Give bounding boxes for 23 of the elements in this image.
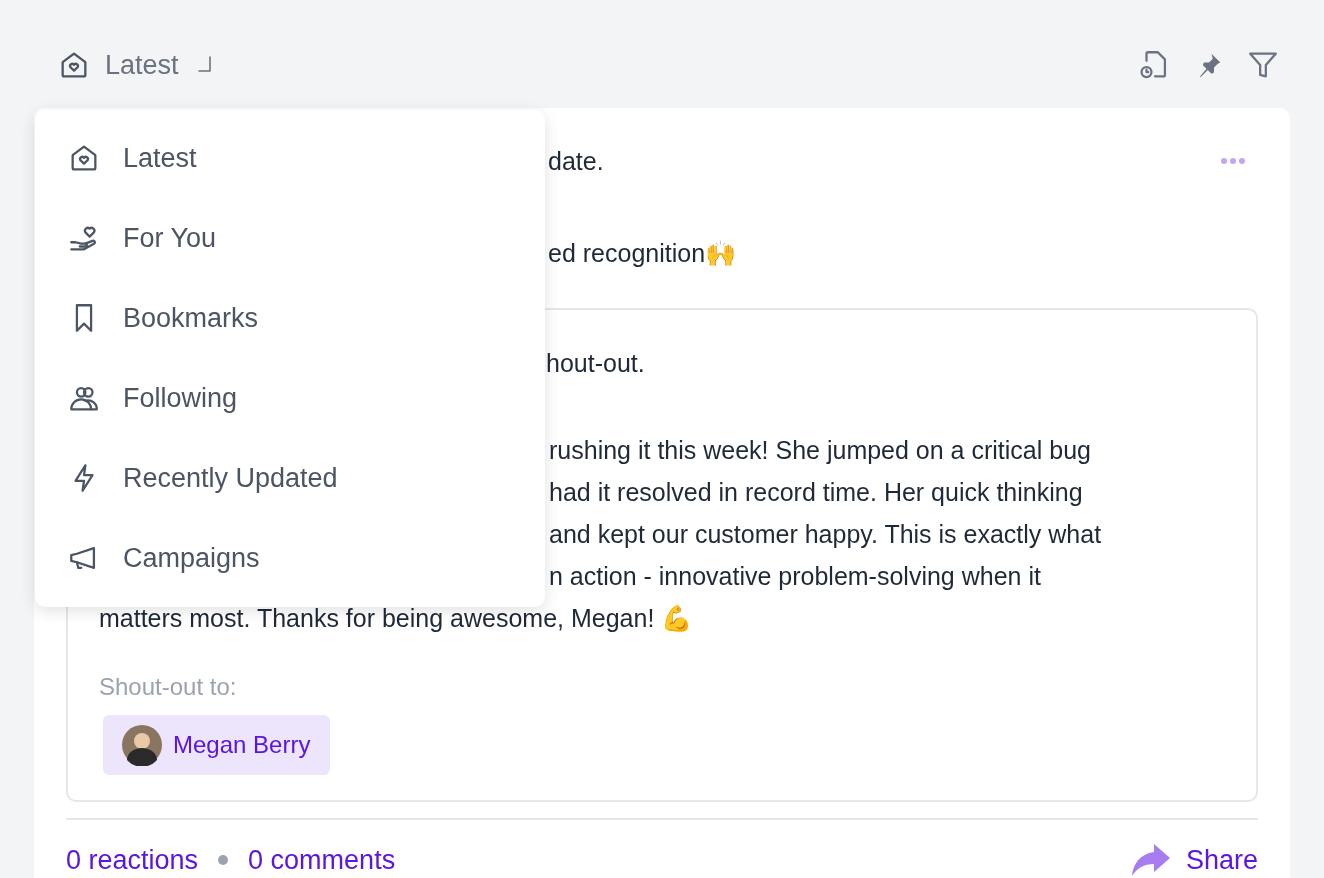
menu-item[interactable]: Following bbox=[67, 358, 545, 438]
reactions-link[interactable]: 0 reactions bbox=[66, 840, 199, 878]
avatar bbox=[121, 724, 163, 766]
shoutout-text: matters most. Thanks for being awesome, Megan! 💪 bbox=[99, 603, 693, 634]
comments-link[interactable]: 0 comments bbox=[248, 840, 396, 878]
menu-item[interactable]: Campaigns bbox=[67, 518, 545, 598]
share-arrow-icon bbox=[1129, 842, 1172, 878]
shoutout-text: rushing it this week! She jumped on a critical bug bbox=[549, 435, 1091, 466]
recipients-label: Shout-out to: bbox=[98, 672, 238, 702]
separator-dot-icon bbox=[218, 855, 229, 866]
menu-item[interactable]: Latest bbox=[67, 118, 545, 198]
shoutout-text: hout-out. bbox=[546, 348, 645, 379]
shoutout-text: and kept our customer happy. This is exactly what bbox=[549, 519, 1102, 550]
menu-item[interactable]: Bookmarks bbox=[67, 278, 545, 358]
shoutout-text: n action - innovative problem-solving when it bbox=[549, 561, 1041, 592]
recipient-chip[interactable]: Megan Berry bbox=[103, 715, 331, 775]
share-button[interactable]: Share bbox=[1129, 840, 1258, 878]
shoutout-text: had it resolved in record time. Her quick thinking bbox=[549, 477, 1083, 508]
menu-item[interactable]: Recently Updated bbox=[67, 438, 545, 518]
feed-label[interactable]: Latest bbox=[105, 44, 179, 86]
post-text: ed recognition🙌 bbox=[548, 238, 737, 269]
post-text: date. bbox=[548, 146, 604, 177]
menu-item[interactable]: For You bbox=[67, 198, 545, 278]
